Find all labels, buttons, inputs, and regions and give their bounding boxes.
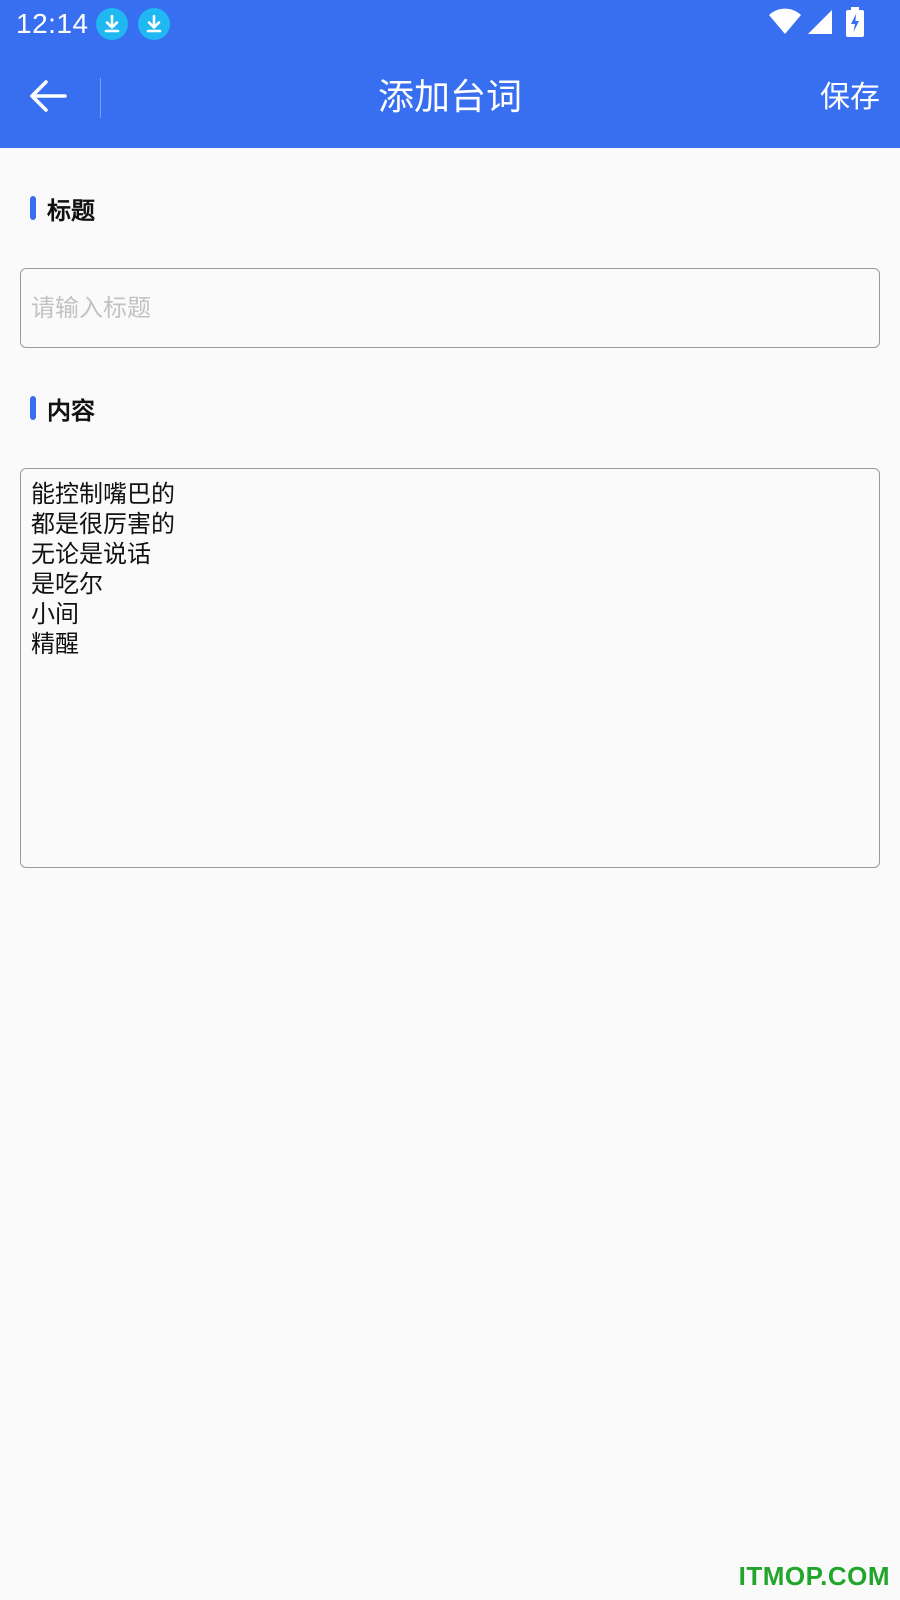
content-textarea[interactable] (20, 468, 880, 868)
title-input[interactable] (20, 268, 880, 348)
section-accent-bar (30, 396, 36, 420)
title-section-label: 标题 (30, 192, 95, 225)
watermark-logo: ITMOP.COM (738, 1561, 890, 1591)
wifi-icon (768, 8, 802, 40)
download-icon (96, 8, 128, 40)
back-button[interactable] (20, 72, 76, 124)
screen: 12:14 添加台词 保存 标题 请输入标题 内容 能控制嘴巴的 都是很厉害的 … (0, 0, 900, 1600)
content-label-text: 内容 (47, 396, 95, 425)
content-section-label: 内容 (30, 392, 95, 425)
section-accent-bar (30, 196, 36, 220)
app-bar: 添加台词 保存 (0, 48, 900, 148)
download-icon (138, 8, 170, 40)
save-button[interactable]: 保存 (820, 74, 880, 122)
status-bar: 12:14 (0, 0, 900, 48)
cellular-signal-icon (806, 8, 834, 40)
app-bar-divider (100, 78, 101, 118)
arrow-left-icon (29, 79, 67, 117)
battery-charging-icon (846, 7, 864, 41)
page-title: 添加台词 (377, 77, 522, 118)
title-label-text: 标题 (47, 196, 95, 225)
system-icons (768, 7, 864, 41)
status-time: 12:14 (16, 8, 89, 39)
